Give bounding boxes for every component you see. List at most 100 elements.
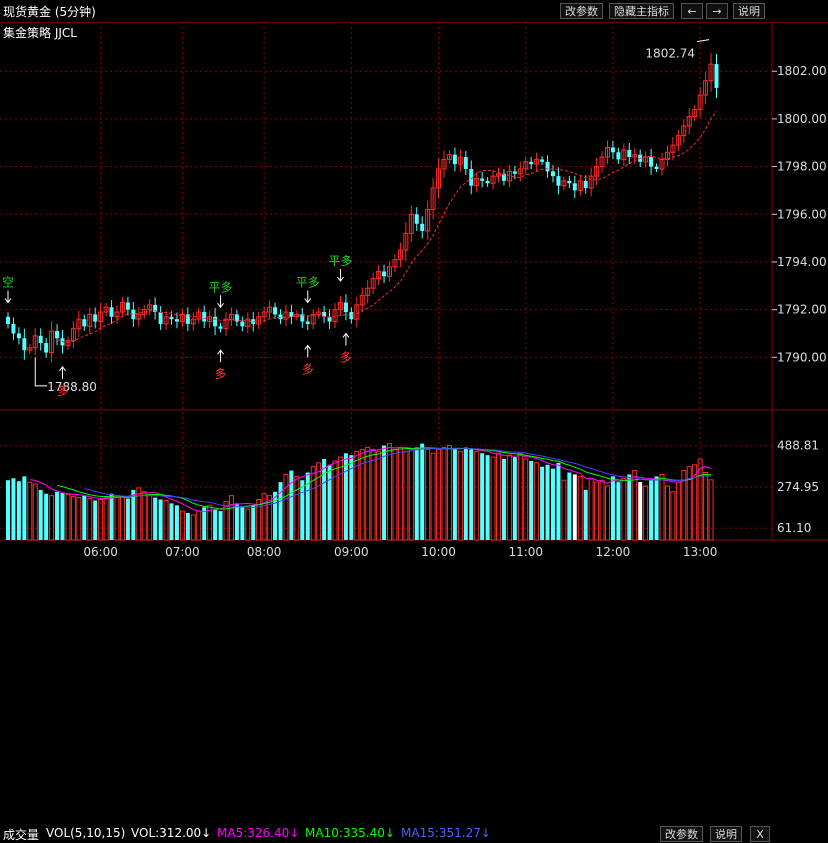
candle-body — [627, 149, 632, 158]
candle-body — [540, 159, 545, 162]
volume-bar — [119, 496, 125, 541]
time-tick-label: 10:00 — [421, 545, 456, 559]
volume-bar — [87, 498, 93, 541]
volume-bar — [599, 479, 605, 541]
volume-bar — [174, 505, 179, 540]
signal-label: 空 — [2, 275, 14, 289]
volume-bar — [256, 499, 262, 541]
volume-bar — [529, 460, 534, 540]
volume-bar — [76, 497, 82, 541]
volume-bar — [567, 472, 572, 540]
volume-bar — [32, 483, 38, 541]
volume-bar — [322, 459, 327, 540]
signal-label: 平多 — [328, 254, 352, 268]
ma15-value: MA15:351.27↓ — [401, 826, 491, 840]
candle-body — [556, 176, 561, 186]
volume-bar — [228, 495, 234, 541]
volume-bar — [218, 511, 223, 540]
volume-close-button[interactable]: X — [750, 826, 770, 842]
volume-params-label: VOL(5,10,15) — [46, 826, 126, 840]
candle-body — [273, 307, 278, 315]
volume-bar — [441, 446, 447, 541]
volume-bar — [469, 449, 474, 540]
high-price-label: 1802.74 — [645, 47, 695, 61]
candle-body — [55, 331, 60, 339]
volume-bar — [158, 499, 163, 540]
volume-bar — [463, 447, 468, 540]
candle-body — [158, 312, 163, 324]
volume-bar — [376, 450, 382, 541]
volume-bar — [403, 450, 409, 541]
volume-bar — [457, 450, 463, 541]
time-tick-label: 06:00 — [83, 545, 118, 559]
volume-bar — [370, 448, 376, 541]
volume-bar — [6, 480, 10, 540]
volume-bar — [414, 447, 419, 540]
volume-bar — [153, 497, 158, 540]
volume-help-button[interactable]: 说明 — [710, 826, 742, 842]
ma5-value: MA5:326.40↓ — [217, 826, 300, 840]
signal-label: 多 — [302, 362, 314, 376]
volume-bar — [686, 466, 692, 541]
volume-bar — [213, 509, 218, 540]
candle-body — [529, 161, 534, 165]
volume-bar — [545, 464, 550, 540]
volume-bar — [430, 452, 436, 541]
volume-pane-label: 成交量 — [3, 828, 40, 842]
price-tick-label: 1790.00 — [777, 350, 827, 364]
candle-body — [125, 302, 130, 310]
volume-bar — [425, 448, 431, 541]
volume-bar — [38, 489, 43, 540]
price-volume-chart[interactable]: 1802.00 1800.00 1798.00 1796.00 1794.00 1792.… — [0, 0, 828, 561]
volume-bar — [93, 500, 98, 540]
volume-change-params-button[interactable]: 改参数 — [660, 826, 703, 842]
volume-bar — [240, 507, 245, 540]
volume-bar — [512, 457, 517, 540]
volume-bar — [283, 473, 289, 541]
time-tick-label: 09:00 — [334, 545, 369, 559]
volume-bar — [131, 489, 136, 540]
volume-header: 成交量 VOL(5,10,15) VOL:312.00↓ MA5:326.40↓… — [0, 412, 828, 842]
candle-body — [583, 180, 588, 189]
volume-bar — [55, 491, 60, 540]
low-marker-line — [34, 357, 48, 387]
volume-bar — [490, 456, 496, 541]
candle-body — [174, 319, 179, 322]
volume-bar — [387, 443, 392, 541]
volume-bar — [190, 514, 196, 541]
volume-bar — [572, 474, 577, 540]
candle-body — [382, 271, 387, 277]
volume-bar — [169, 503, 174, 540]
candle-body — [343, 302, 348, 313]
volume-bar — [22, 476, 27, 540]
volume-bar — [273, 491, 278, 540]
volume-bar — [594, 481, 600, 541]
volume-bar — [147, 495, 153, 541]
volume-bar — [610, 476, 615, 540]
candle-body — [714, 64, 719, 88]
candle-body — [44, 343, 49, 353]
volume-bar — [474, 450, 480, 541]
candle-body — [240, 321, 245, 327]
volume-bar — [643, 485, 649, 541]
volume-bar — [251, 505, 256, 540]
candle-body — [567, 180, 572, 184]
volume-bar — [551, 468, 555, 540]
signal-label: 多 — [56, 384, 68, 398]
volume-bar — [649, 480, 654, 540]
volume-bar — [632, 470, 638, 541]
ma10-value: MA10:335.40↓ — [305, 826, 395, 840]
candle-body — [420, 223, 425, 231]
high-marker-line — [696, 39, 710, 43]
volume-bar — [446, 445, 452, 541]
volume-bar — [501, 459, 506, 540]
volume-bar — [125, 498, 130, 540]
candle-body — [109, 307, 114, 317]
low-price-label: 1788.80 — [47, 380, 97, 394]
time-tick-label: 13:00 — [683, 545, 718, 559]
volume-tick-label: 488.81 — [777, 439, 819, 453]
candle-body — [485, 180, 490, 184]
candle-body — [278, 314, 283, 320]
signal-label: 多 — [340, 350, 352, 364]
volume-bar — [540, 466, 545, 540]
